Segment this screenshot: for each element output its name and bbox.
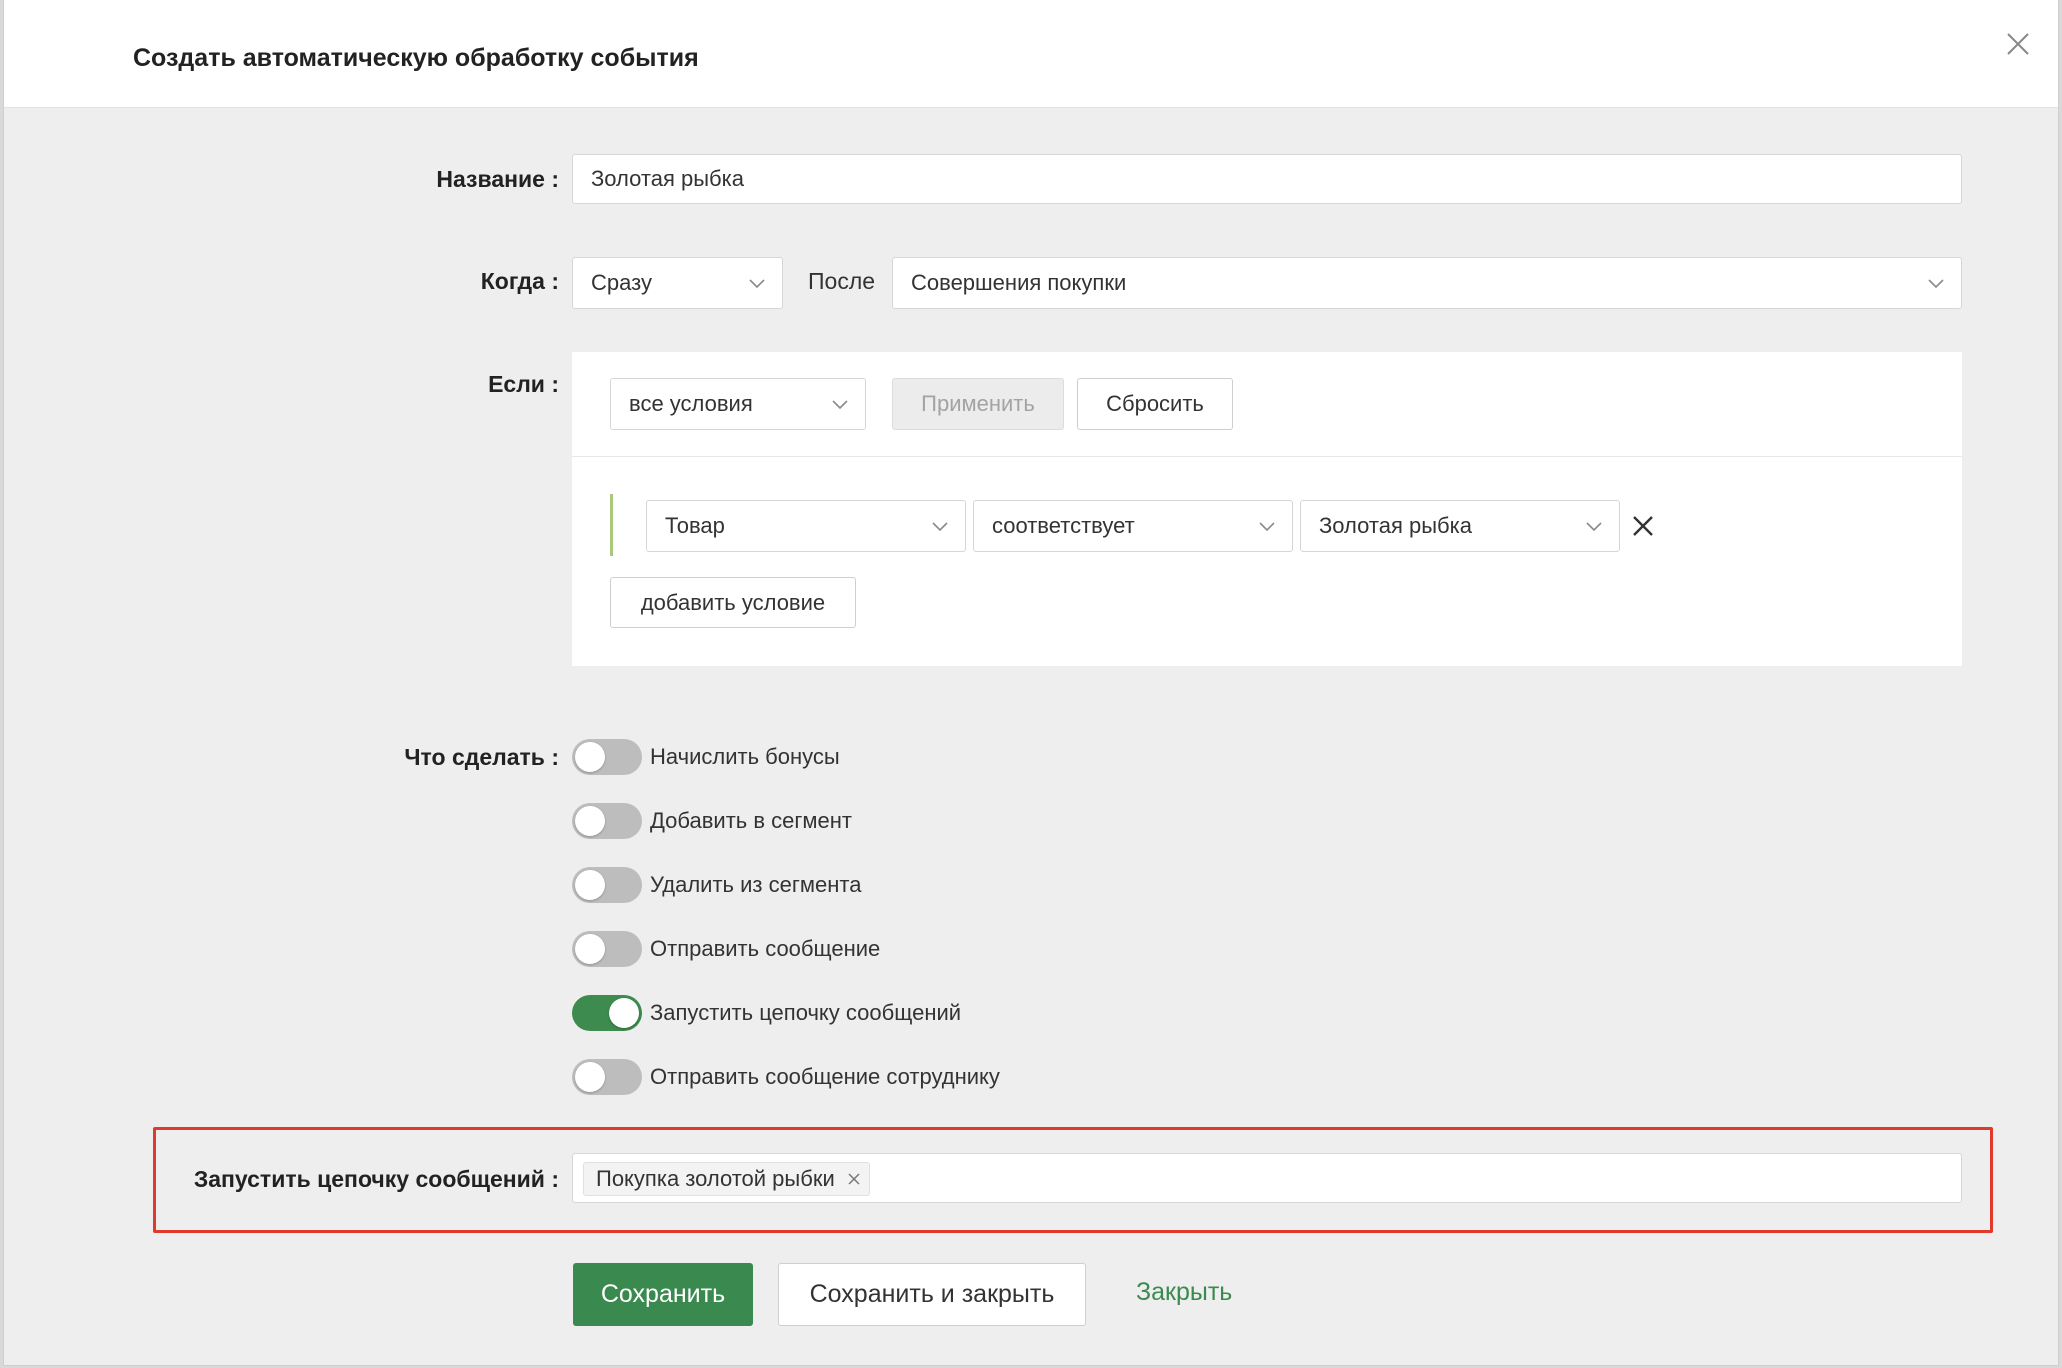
remove-condition-icon[interactable] [1631, 514, 1655, 538]
toggle-knob [575, 1062, 605, 1092]
action-row-add-to-segment: Добавить в сегмент [572, 803, 852, 839]
panel-divider [572, 456, 1962, 457]
chevron-down-icon [932, 522, 948, 532]
toggle-label: Добавить в сегмент [650, 808, 852, 833]
if-label: Если : [488, 371, 559, 397]
toggle-label: Удалить из сегмента [650, 872, 862, 897]
event-automation-dialog: Создать автоматическую обработку события… [3, 0, 2059, 1366]
action-row-remove-from-segment: Удалить из сегмента [572, 867, 861, 903]
match-mode-select[interactable]: все условия [610, 378, 866, 430]
chain-tag: Покупка золотой рыбки [583, 1162, 870, 1196]
condition-value-value: Золотая рыбка [1319, 513, 1472, 538]
chevron-down-icon [749, 279, 765, 289]
toggle-label: Начислить бонусы [650, 744, 840, 769]
toggle-remove-from-segment[interactable] [572, 867, 642, 903]
close-link[interactable]: Закрыть [1136, 1278, 1232, 1307]
dialog-title: Создать автоматическую обработку события [133, 44, 699, 72]
close-icon[interactable] [2002, 28, 2034, 60]
chevron-down-icon [1586, 522, 1602, 532]
reset-button[interactable]: Сбросить [1077, 378, 1233, 430]
actions-label: Что сделать : [404, 744, 559, 770]
conditions-panel: все условия Применить Сбросить Товар соо… [572, 352, 1962, 666]
action-row-send-message: Отправить сообщение [572, 931, 880, 967]
condition-operator-select[interactable]: соответствует [973, 500, 1293, 552]
toggle-accrue-bonuses[interactable] [572, 739, 642, 775]
action-row-message-employee: Отправить сообщение сотруднику [572, 1059, 1000, 1095]
timing-select[interactable]: Сразу [572, 257, 783, 309]
condition-operator-value: соответствует [992, 513, 1135, 538]
condition-value-select[interactable]: Золотая рыбка [1300, 500, 1620, 552]
toggle-knob [609, 998, 639, 1028]
chain-tag-label: Покупка золотой рыбки [596, 1166, 835, 1191]
chain-multiselect[interactable]: Покупка золотой рыбки [572, 1153, 1962, 1203]
action-row-start-chain: Запустить цепочку сообщений [572, 995, 961, 1031]
toggle-knob [575, 870, 605, 900]
name-input[interactable]: Золотая рыбка [572, 154, 1962, 204]
toggle-label: Отправить сообщение сотруднику [650, 1064, 1000, 1089]
event-select[interactable]: Совершения покупки [892, 257, 1962, 309]
chain-label: Запустить цепочку сообщений : [193, 1166, 559, 1192]
event-select-value: Совершения покупки [911, 270, 1127, 295]
after-label: После [808, 268, 876, 294]
save-and-close-button[interactable]: Сохранить и закрыть [778, 1263, 1086, 1326]
toggle-label: Запустить цепочку сообщений [650, 1000, 962, 1025]
toggle-add-to-segment[interactable] [572, 803, 642, 839]
toggle-knob [575, 934, 605, 964]
chevron-down-icon [1928, 279, 1944, 289]
save-button[interactable]: Сохранить [573, 1263, 753, 1326]
toggle-message-employee[interactable] [572, 1059, 642, 1095]
toggle-label: Отправить сообщение [650, 936, 881, 961]
condition-group-bar [610, 494, 613, 556]
when-label: Когда : [480, 268, 559, 294]
apply-button[interactable]: Применить [892, 378, 1064, 430]
toggle-knob [575, 742, 605, 772]
action-row-accrue-bonuses: Начислить бонусы [572, 739, 840, 775]
timing-select-value: Сразу [591, 270, 652, 295]
add-condition-button[interactable]: добавить условие [610, 577, 856, 628]
condition-field-value: Товар [665, 513, 725, 538]
chevron-down-icon [832, 400, 848, 410]
toggle-start-chain[interactable] [572, 995, 642, 1031]
condition-field-select[interactable]: Товар [646, 500, 966, 552]
name-label: Название : [436, 166, 559, 192]
dialog-header: Создать автоматическую обработку события [4, 0, 2058, 108]
match-mode-value: все условия [629, 391, 753, 416]
tag-remove-icon[interactable] [847, 1172, 861, 1186]
toggle-send-message[interactable] [572, 931, 642, 967]
toggle-knob [575, 806, 605, 836]
chevron-down-icon [1259, 522, 1275, 532]
